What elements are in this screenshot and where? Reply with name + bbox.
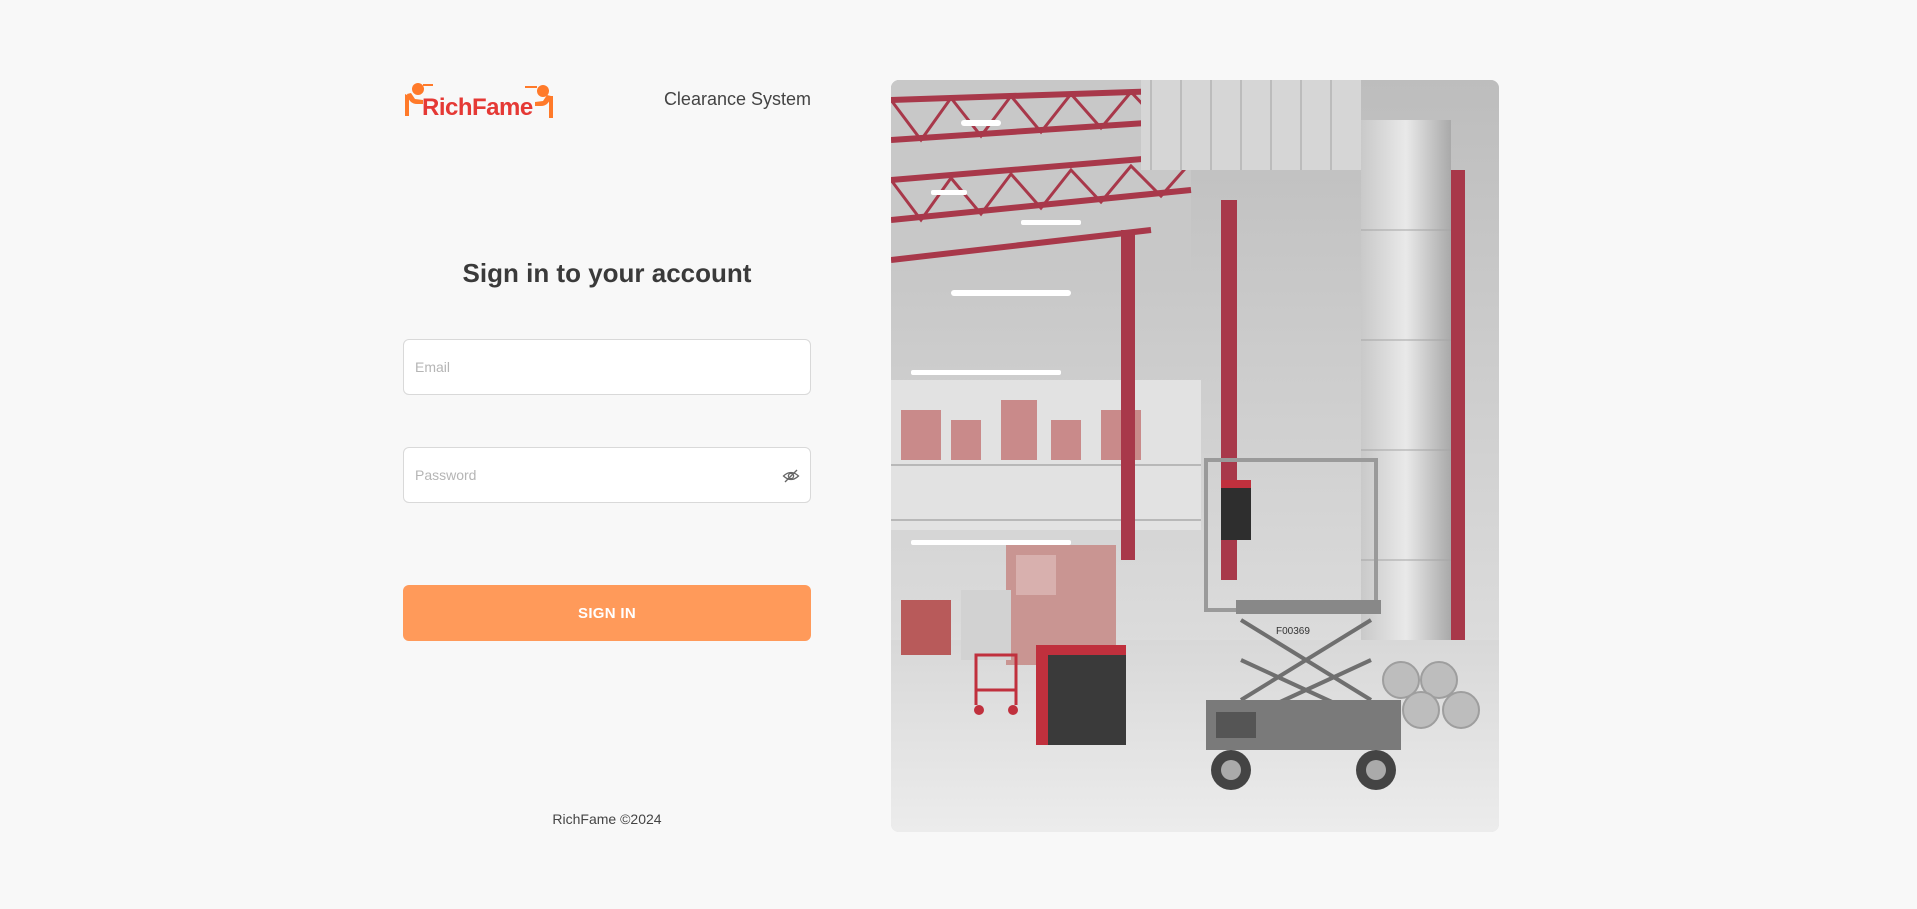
login-panel: RichFame Clearance System Sign in to you… [403,80,811,832]
eye-off-icon[interactable] [782,467,800,485]
system-title: Clearance System [663,89,811,109]
warehouse-illustration: F00369 [891,80,1499,832]
login-page: RichFame Clearance System Sign in to you… [0,0,1917,909]
password-input[interactable] [415,448,775,502]
page-title: Sign in to your account [462,258,752,288]
warehouse-hero-image: F00369 [891,80,1499,832]
sign-in-button[interactable]: SIGN IN [403,585,811,641]
richfame-logo: RichFame [403,80,553,124]
password-field-wrapper [403,447,811,503]
email-field-wrapper [403,339,811,395]
copyright-footer: RichFame ©2024 [552,811,662,827]
email-input[interactable] [415,340,775,394]
logo-text: RichFame [422,94,533,121]
lift-id-label: F00369 [1276,626,1310,637]
